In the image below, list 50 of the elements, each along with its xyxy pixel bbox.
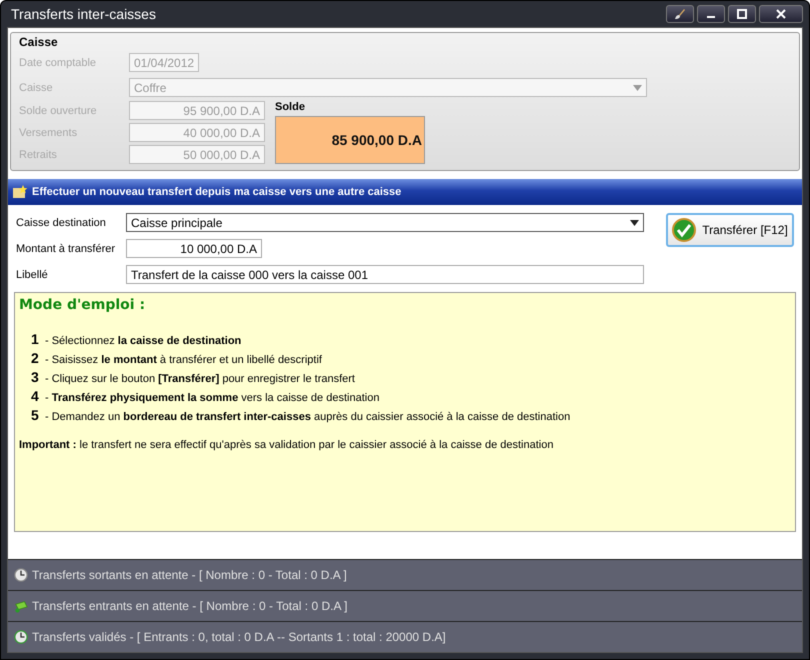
- step-number: 5: [31, 407, 40, 423]
- step-number: 2: [31, 350, 40, 366]
- transfer-button[interactable]: Transférer [F12]: [666, 213, 794, 247]
- close-button[interactable]: [759, 5, 803, 23]
- minimize-button[interactable]: [697, 5, 725, 23]
- check-icon: [672, 218, 696, 242]
- field-label: Libellé: [16, 268, 49, 280]
- destination-dropdown[interactable]: Caisse principale: [126, 213, 644, 232]
- step-text: - Saisissez le montant à transférer et un libellé descriptif: [45, 354, 322, 366]
- group-title: Caisse: [19, 35, 59, 49]
- brush-icon: [674, 8, 686, 20]
- amount-input[interactable]: 10 000,00 D.A: [126, 239, 262, 258]
- solde-value: 85 900,00 D.A: [275, 116, 425, 164]
- step-text: - Sélectionnez la caisse de destination: [45, 335, 242, 347]
- step-text: - Transférez physiquement la somme vers la caisse de destination: [45, 392, 380, 404]
- collapsible-panel[interactable]: Transferts validés - [ Entrants : 0, total : 0 D.A -- Sortants 1 : total : 20000 D.A]: [8, 621, 802, 652]
- maximize-icon: [736, 8, 748, 20]
- close-icon: [775, 8, 787, 20]
- envelope-icon: [14, 599, 28, 613]
- field-label: Caisse destination: [16, 216, 107, 228]
- panel-title: Transferts validés - [ Entrants : 0, total : 0 D.A -- Sortants 1 : total : 20000 D.A]: [32, 630, 446, 644]
- maximize-button[interactable]: [728, 5, 756, 23]
- step-text: - Cliquez sur le bouton [Transférer] pour enregistrer le transfert: [45, 373, 355, 385]
- clock-icon: [14, 630, 28, 644]
- section-title: Effectuer un nouveau transfert depuis ma caisse vers une autre caisse: [32, 186, 402, 198]
- field-label: Versements: [19, 126, 78, 138]
- solde-label: Solde: [275, 101, 306, 113]
- collapsible-panel[interactable]: Transferts sortants en attente - [ Nombre : 0 - Total : 0 D.A ]: [8, 559, 802, 590]
- step-number: 3: [31, 369, 40, 385]
- field-label: Date comptable: [19, 56, 98, 68]
- field-label: Montant à transférer: [16, 242, 116, 254]
- step-text: - Demandez un bordereau de transfert inter-caisses auprès du caissier associé à la caisse de destination: [45, 411, 570, 423]
- panel-title: Transferts sortants en attente - [ Nombre : 0 - Total : 0 D.A ]: [32, 568, 347, 582]
- clock-icon: [14, 568, 28, 582]
- panel-title: Transferts entrants en attente - [ Nombre : 0 - Total : 0 D.A ]: [32, 599, 348, 613]
- brush-button[interactable]: [666, 5, 694, 23]
- field-label: Solde ouverture: [19, 104, 98, 116]
- field-label: Retraits: [19, 148, 58, 160]
- folder-star-icon: [12, 184, 28, 200]
- dropdown-caret-icon: [630, 220, 639, 226]
- step-number: 1: [31, 331, 40, 347]
- instructions-title: Mode d'emploi :: [19, 297, 146, 313]
- window-title: Transferts inter-caisses: [10, 6, 156, 22]
- important-note: Important : le transfert ne sera effectif qu'après sa validation par le caissier associé à la caisse de destination: [19, 439, 554, 451]
- collapsible-panel[interactable]: Transferts entrants en attente - [ Nombre : 0 - Total : 0 D.A ]: [8, 590, 802, 621]
- minimize-icon: [707, 16, 715, 18]
- field-label: Caisse: [19, 82, 54, 94]
- dropdown-caret-icon: [633, 84, 642, 90]
- description-input[interactable]: Transfert de la caisse 000 vers la caisse 001: [126, 265, 644, 284]
- step-number: 4: [31, 388, 40, 404]
